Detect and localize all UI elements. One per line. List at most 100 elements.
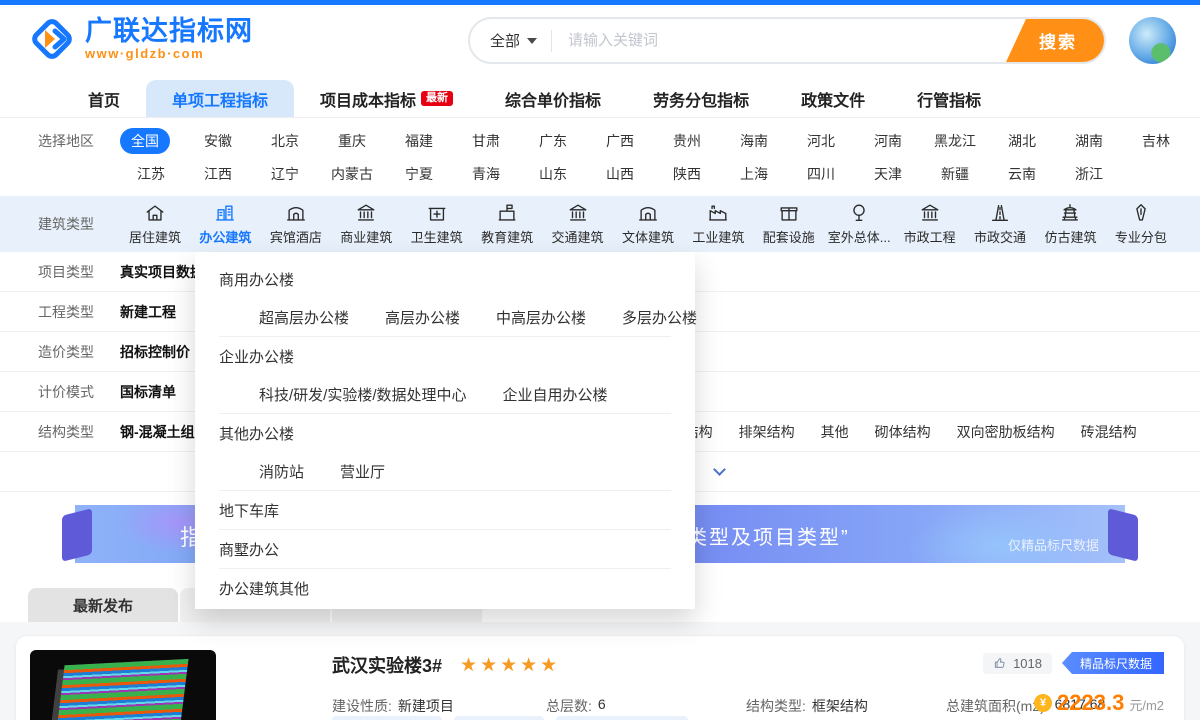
search-scope-label: 全部 — [490, 33, 521, 50]
building-type-item[interactable]: 工业建筑 — [683, 202, 753, 246]
region-item[interactable]: 云南 — [991, 164, 1053, 184]
region-item[interactable]: 浙江 — [1058, 164, 1120, 184]
like-button[interactable]: 1018 — [983, 652, 1052, 674]
pagoda-icon — [1059, 202, 1081, 224]
building-type-item[interactable]: 卫生建筑 — [402, 202, 472, 246]
price-unit: 元/m2 — [1129, 698, 1164, 713]
dropdown-item[interactable]: 高层办公楼 — [385, 307, 460, 328]
region-item[interactable]: 广西 — [589, 131, 651, 151]
building-type-item[interactable]: 居住建筑 — [120, 202, 190, 246]
project-thumbnail[interactable] — [30, 650, 216, 720]
building-type-item[interactable]: 商业建筑 — [331, 202, 401, 246]
region-item[interactable]: 四川 — [790, 164, 852, 184]
region-item[interactable]: 湖北 — [991, 131, 1053, 151]
filter-label: 工程类型 — [38, 303, 94, 320]
filter-label: 结构类型 — [38, 423, 94, 440]
nav-item-project-cost-index[interactable]: 项目成本指标 最新 — [294, 80, 479, 117]
building-type-item[interactable]: 文体建筑 — [613, 202, 683, 246]
region-filter-label: 选择地区 — [38, 132, 94, 149]
region-item[interactable]: 安徽 — [187, 131, 249, 151]
nav-item-composite-price-index[interactable]: 综合单价指标 — [479, 80, 627, 117]
region-item[interactable]: 内蒙古 — [321, 164, 383, 184]
hospital-icon — [426, 202, 448, 224]
dropdown-group-title[interactable]: 地下车库 — [219, 491, 671, 529]
dropdown-item[interactable]: 科技/研发/实验楼/数据处理中心 — [259, 384, 467, 405]
region-item[interactable]: 黑龙江 — [924, 131, 986, 151]
filter-option[interactable]: 双向密肋板结构 — [957, 422, 1055, 442]
region-item[interactable]: 江西 — [187, 164, 249, 184]
nav-item-policy-files[interactable]: 政策文件 — [775, 80, 891, 117]
building-type-item[interactable]: 市政交通 — [965, 202, 1035, 246]
region-item[interactable]: 宁夏 — [388, 164, 450, 184]
building-type-item[interactable]: 仿古建筑 — [1035, 202, 1105, 246]
filter-option[interactable]: 新建工程 — [120, 302, 176, 322]
search-scope-dropdown[interactable]: 全部 — [470, 19, 551, 62]
region-item[interactable]: 海南 — [723, 131, 785, 151]
project-title[interactable]: 武汉实验楼3# — [332, 652, 442, 678]
dropdown-item[interactable]: 中高层办公楼 — [496, 307, 586, 328]
region-item[interactable]: 天津 — [857, 164, 919, 184]
building-type-item[interactable]: 专业分包 — [1106, 202, 1176, 246]
filter-option[interactable]: 其他 — [821, 422, 849, 442]
dropdown-group-title[interactable]: 企业办公楼 — [219, 337, 671, 375]
building-type-item[interactable]: 室外总体... — [824, 202, 894, 246]
filter-option[interactable]: 排架结构 — [739, 422, 795, 442]
nav-item-single-project-index[interactable]: 单项工程指标 — [146, 80, 295, 117]
hotel-icon — [285, 202, 307, 224]
filter-option[interactable]: 真实项目数据 — [120, 262, 204, 282]
tab-latest-release[interactable]: 最新发布 — [28, 588, 178, 622]
nav-item-home[interactable]: 首页 — [62, 80, 146, 117]
nav-item-admin-index[interactable]: 行管指标 — [891, 80, 1007, 117]
banner-text-right: 类型及项目类型” — [687, 527, 850, 549]
building-type-item[interactable]: 宾馆酒店 — [261, 202, 331, 246]
region-item[interactable]: 陕西 — [656, 164, 718, 184]
dropdown-item[interactable]: 营业厅 — [340, 461, 385, 482]
search-input[interactable] — [552, 32, 1006, 49]
region-item[interactable]: 贵州 — [656, 131, 718, 151]
region-item[interactable]: 福建 — [388, 131, 450, 151]
region-item[interactable]: 青海 — [455, 164, 517, 184]
dropdown-item[interactable]: 超高层办公楼 — [259, 307, 349, 328]
building-type-item[interactable]: 市政工程 — [895, 202, 965, 246]
region-item[interactable]: 广东 — [522, 131, 584, 151]
dropdown-item[interactable]: 企业自用办公楼 — [503, 384, 608, 405]
filter-option[interactable]: 招标控制价 — [120, 342, 190, 362]
region-item[interactable]: 新疆 — [924, 164, 986, 184]
filter-option[interactable]: 砖混结构 — [1081, 422, 1137, 442]
filter-option[interactable]: 砌体结构 — [875, 422, 931, 442]
search-button[interactable]: 搜索 — [1006, 19, 1104, 62]
region-item[interactable]: 全国 — [120, 127, 170, 154]
building-type-item-selected[interactable]: 办公建筑 — [190, 202, 260, 246]
region-item[interactable]: 甘肃 — [455, 131, 517, 151]
dropdown-group-title[interactable]: 商用办公楼 — [219, 260, 671, 298]
region-item[interactable]: 辽宁 — [254, 164, 316, 184]
region-item[interactable]: 山东 — [522, 164, 584, 184]
region-item[interactable]: 重庆 — [321, 131, 383, 151]
project-card[interactable]: 武汉实验楼3# ★★★★★ 1018 精品标尺数据 建设性质: 新建项目 总层数:… — [15, 635, 1185, 720]
filter-option[interactable]: 国标清单 — [120, 382, 176, 402]
region-item[interactable]: 河北 — [790, 131, 852, 151]
region-item[interactable]: 江苏 — [120, 164, 182, 184]
dropdown-group-title[interactable]: 商墅办公 — [219, 530, 671, 568]
region-item[interactable]: 吉林 — [1125, 131, 1187, 151]
building-type-item[interactable]: 配套设施 — [754, 202, 824, 246]
region-item[interactable]: 湖南 — [1058, 131, 1120, 151]
mall-icon — [355, 202, 377, 224]
building-type-item[interactable]: 交通建筑 — [543, 202, 613, 246]
region-item[interactable]: 河南 — [857, 131, 919, 151]
nav-label: 单项工程指标 — [172, 92, 269, 110]
nav-item-labor-subcontract-index[interactable]: 劳务分包指标 — [627, 80, 775, 117]
user-avatar[interactable] — [1129, 17, 1176, 64]
region-item[interactable]: 上海 — [723, 164, 785, 184]
chevron-down-icon[interactable] — [713, 463, 727, 476]
site-logo[interactable]: 广联达指标网 www·gldzb·com — [28, 15, 253, 63]
nav-label: 项目成本指标 — [320, 92, 417, 110]
dropdown-group-title[interactable]: 其他办公楼 — [219, 414, 671, 452]
region-item[interactable]: 山西 — [589, 164, 651, 184]
region-filter: 选择地区 全国 安徽 北京 重庆 福建 甘肃 广东 广西 贵州 海南 河北 河南… — [0, 118, 1200, 196]
building-type-item[interactable]: 教育建筑 — [472, 202, 542, 246]
dropdown-item[interactable]: 消防站 — [259, 461, 304, 482]
dropdown-item[interactable]: 多层办公楼 — [622, 307, 697, 328]
dropdown-group-title[interactable]: 办公建筑其他 — [219, 569, 671, 607]
region-item[interactable]: 北京 — [254, 131, 316, 151]
